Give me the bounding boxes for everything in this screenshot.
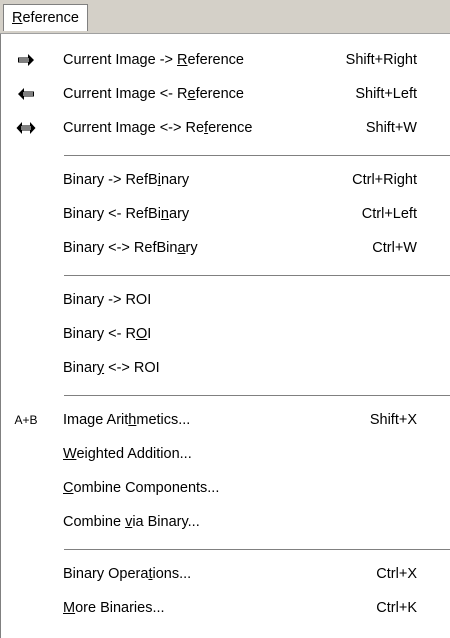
menu-item-label: Combine via Binary...	[63, 505, 200, 539]
label-text: I	[147, 326, 152, 342]
menu-title-mnemonic: R	[12, 10, 23, 26]
label-text: Binary -> ROI	[63, 292, 152, 308]
arrow-both-icon	[13, 111, 39, 145]
menu-item-binary-from-roi[interactable]: Binary <- ROI	[1, 317, 450, 351]
menu-item-label: More Binaries...	[63, 591, 165, 625]
menu-item-label: Image Arithmetics...	[63, 403, 190, 437]
menu-item-label: Current Image <-> Reference	[63, 111, 252, 145]
label-text: Combine	[63, 514, 126, 530]
menu-item-binary-swap-refbinary[interactable]: Binary <-> RefBinary Ctrl+W	[1, 231, 450, 265]
mnemonic-letter: O	[135, 326, 148, 342]
reference-dropdown-menu: Current Image -> Reference Shift+Right C…	[0, 34, 450, 638]
a-plus-b-icon: A+B	[14, 413, 38, 427]
label-text: ry	[185, 240, 198, 256]
label-text: Current Image ->	[63, 52, 178, 68]
menu-item-label: Current Image -> Reference	[63, 43, 244, 77]
menu-item-current-to-reference[interactable]: Current Image -> Reference Shift+Right	[1, 43, 450, 77]
mnemonic-letter: M	[63, 600, 76, 616]
menu-item-label: Binary <-> ROI	[63, 351, 160, 385]
menu-item-label: Weighted Addition...	[63, 437, 192, 471]
menu-item-label: Binary <- RefBinary	[63, 197, 189, 231]
menu-title-rest: eference	[22, 10, 79, 26]
label-text: metics...	[136, 412, 191, 428]
label-text: ombine Components...	[73, 480, 220, 496]
menu-item-label: Binary -> RefBinary	[63, 163, 189, 197]
menu-item-label: Current Image <- Reference	[63, 77, 244, 111]
menu-separator	[64, 549, 450, 551]
menu-item-combine-via-binary[interactable]: Combine via Binary...	[1, 505, 450, 539]
menu-separator	[64, 155, 450, 157]
label-text: ference	[195, 86, 244, 102]
shortcut-text: Ctrl+K	[376, 600, 417, 616]
menu-item-label: Binary <- ROI	[63, 317, 151, 351]
label-text: ia Binary...	[132, 514, 200, 530]
label-text: Binary <- R	[63, 326, 136, 342]
shortcut-text: Ctrl+Right	[352, 172, 417, 188]
arrow-left-icon	[13, 77, 39, 111]
mnemonic-letter: a	[177, 240, 186, 256]
menu-item-label: Combine Components...	[63, 471, 219, 505]
mnemonic-letter: e	[187, 86, 196, 102]
shortcut-text: Ctrl+W	[372, 240, 417, 256]
label-text: erence	[208, 120, 253, 136]
label-text: ore Binaries...	[75, 600, 165, 616]
label-text: Binary <- RefBi	[63, 206, 161, 222]
label-text: Binary -> RefB	[63, 172, 158, 188]
arrow-right-icon	[13, 43, 39, 77]
menu-item-current-swap-reference[interactable]: Current Image <-> Reference Shift+W	[1, 111, 450, 145]
shortcut-text: Ctrl+X	[376, 566, 417, 582]
menu-item-binary-from-refbinary[interactable]: Binary <- RefBinary Ctrl+Left	[1, 197, 450, 231]
label-text: nary	[160, 172, 190, 188]
menu-item-label: Binary -> ROI	[63, 283, 151, 317]
menu-bar: Reference	[0, 0, 450, 34]
label-text: ary	[169, 206, 190, 222]
label-text: ions...	[152, 566, 192, 582]
menu-item-combine-components[interactable]: Combine Components...	[1, 471, 450, 505]
menu-item-more-binaries[interactable]: More Binaries... Ctrl+K	[1, 591, 450, 625]
label-text: Binary Opera	[63, 566, 149, 582]
mnemonic-letter: R	[177, 52, 188, 68]
menu-item-current-from-reference[interactable]: Current Image <- Reference Shift+Left	[1, 77, 450, 111]
reference-menu-title[interactable]: Reference	[3, 4, 88, 31]
shortcut-text: Shift+W	[365, 120, 417, 136]
menu-item-weighted-addition[interactable]: Weighted Addition...	[1, 437, 450, 471]
shortcut-text: Shift+X	[369, 412, 417, 428]
menu-item-binary-to-roi[interactable]: Binary -> ROI	[1, 283, 450, 317]
menu-item-image-arithmetics[interactable]: A+B Image Arithmetics... Shift+X	[1, 403, 450, 437]
label-text: eighted Addition...	[76, 446, 192, 462]
label-text: Binary <-> RefBin	[63, 240, 178, 256]
menu-separator	[64, 275, 450, 277]
label-text: Current Image <- R	[63, 86, 188, 102]
label-text: <-> ROI	[104, 360, 160, 376]
shortcut-text: Shift+Left	[355, 86, 417, 102]
mnemonic-letter: W	[63, 446, 77, 462]
label-text: Image Arit	[63, 412, 129, 428]
menu-item-label: Binary <-> RefBinary	[63, 231, 198, 265]
label-text: Current Image <-> Re	[63, 120, 205, 136]
menu-item-binary-to-refbinary[interactable]: Binary -> RefBinary Ctrl+Right	[1, 163, 450, 197]
shortcut-text: Ctrl+Left	[361, 206, 417, 222]
menu-item-binary-swap-roi[interactable]: Binary <-> ROI	[1, 351, 450, 385]
label-text: Binar	[63, 360, 97, 376]
mnemonic-letter: n	[160, 206, 169, 222]
menu-item-label: Binary Operations...	[63, 557, 191, 591]
mnemonic-letter: C	[63, 480, 74, 496]
menu-separator	[64, 395, 450, 397]
menu-item-binary-operations[interactable]: Binary Operations... Ctrl+X	[1, 557, 450, 591]
label-text: eference	[187, 52, 244, 68]
shortcut-text: Shift+Right	[345, 52, 417, 68]
